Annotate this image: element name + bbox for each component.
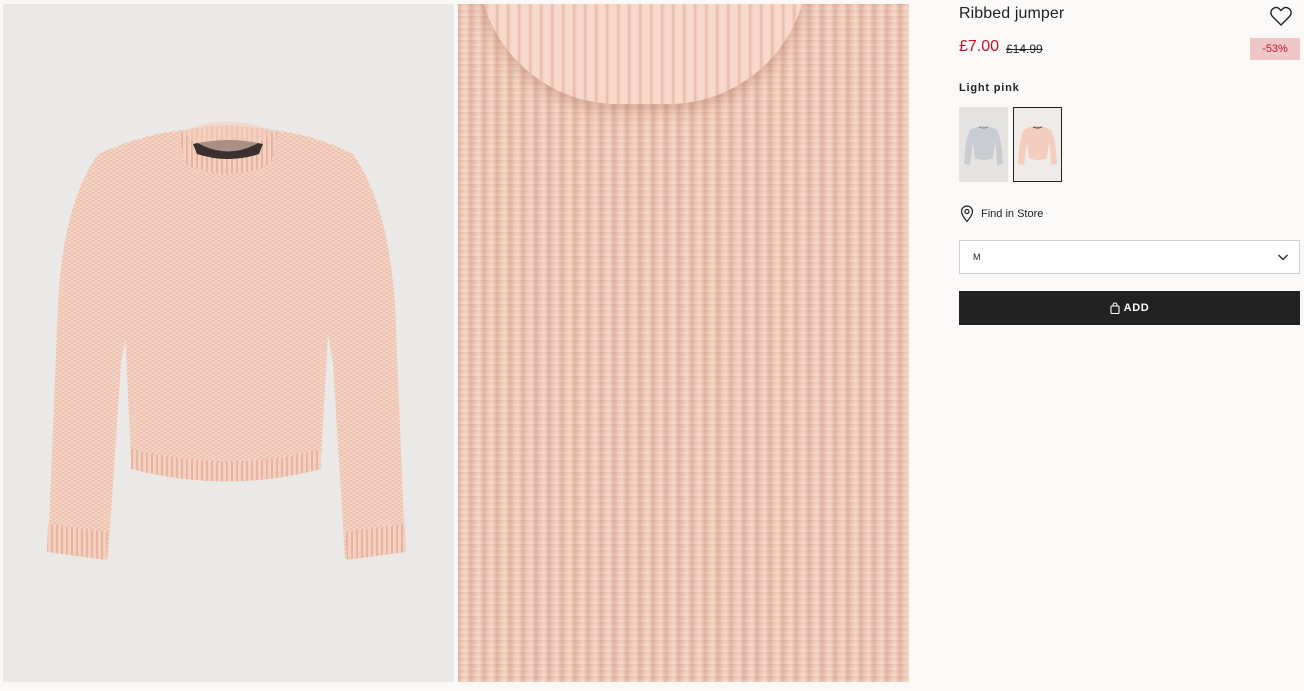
sale-price: £7.00	[959, 38, 1000, 55]
add-to-bag-button[interactable]: ADD	[959, 291, 1300, 325]
product-image-main[interactable]	[3, 4, 454, 682]
chevron-down-icon	[1277, 251, 1289, 263]
selected-color-label: Light pink	[959, 82, 1020, 94]
pink-jumper-image	[47, 121, 406, 560]
bag-icon	[1110, 302, 1120, 314]
size-select-value: M	[973, 252, 981, 262]
color-swatch-light-pink[interactable]	[1013, 107, 1062, 182]
color-swatch-grey[interactable]	[959, 107, 1008, 182]
location-pin-icon	[959, 205, 975, 223]
original-price: £14.99	[1006, 42, 1043, 56]
knit-collar-detail	[478, 4, 808, 104]
heart-icon[interactable]	[1269, 5, 1293, 27]
discount-badge: -53%	[1250, 38, 1300, 60]
add-button-label: ADD	[1123, 302, 1150, 314]
find-in-store-label: Find in Store	[981, 208, 1044, 220]
pink-jumper-thumbnail	[1018, 126, 1057, 165]
product-page: Ribbed jumper £7.00 £14.99 -53% Light pi…	[0, 0, 1304, 691]
size-select[interactable]: M	[959, 240, 1300, 274]
find-in-store-link[interactable]: Find in Store	[959, 205, 1043, 223]
grey-jumper-thumbnail	[964, 126, 1003, 165]
product-image-detail[interactable]	[458, 4, 909, 682]
product-title: Ribbed jumper	[959, 5, 1065, 22]
